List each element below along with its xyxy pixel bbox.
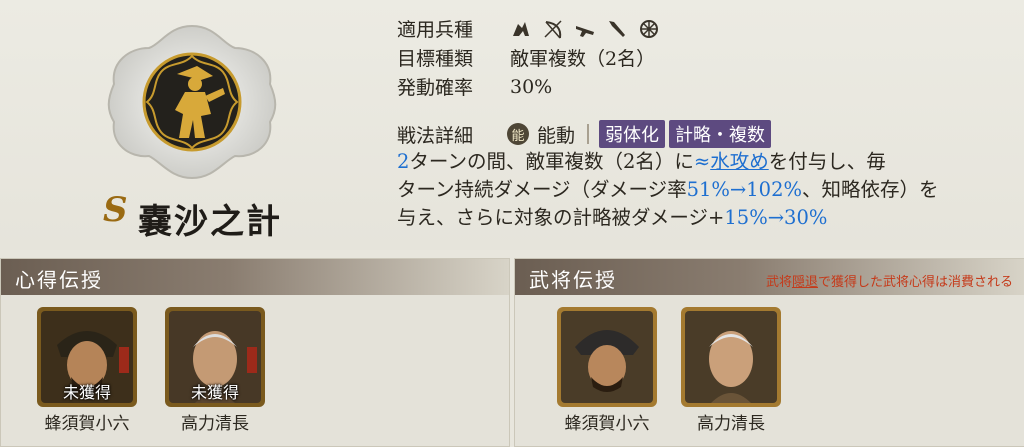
tag-strategy-multi: 計略・複数 — [669, 120, 772, 148]
skill-info: 適用兵種 目標種類 敵軍複数（2名） 発動確率 30% — [397, 14, 660, 101]
knowledge-transfer-panel: 心得伝授 未獲得 蜂須賀小六 未獲得 高力清長 — [0, 258, 510, 447]
panel-title: 心得伝授 — [15, 268, 103, 292]
damage-rate-range: 51%→102% — [686, 178, 803, 201]
desc-text-2: を付与し、毎 — [768, 150, 886, 173]
target-value: 敵軍複数（2名） — [510, 48, 656, 70]
rate-value: 30% — [510, 75, 553, 98]
unit-type-row: 適用兵種 — [397, 14, 660, 43]
skill-description: 2ターンの間、敵軍複数（2名）に≈水攻めを付与し、毎 ターン持続ダメージ（ダメー… — [397, 148, 1017, 232]
rate-row: 発動確率 30% — [397, 72, 660, 101]
cavalry-icon — [513, 21, 529, 36]
separator — [587, 124, 590, 144]
cart-wheel-icon — [640, 19, 658, 38]
skill-emblem-icon — [107, 24, 277, 180]
desc-text-3: ターン持続ダメージ（ダメージ率 — [397, 178, 687, 201]
panel-header: 武将伝授 武将隠退で獲得した武将心得は消費される — [515, 259, 1024, 295]
officer-name: 蜂須賀小六 — [44, 414, 130, 434]
panel-header: 心得伝授 — [1, 259, 509, 295]
unit-type-label: 適用兵種 — [397, 19, 474, 41]
active-type-label: 能動 — [537, 124, 576, 147]
desc-text-5: 与え、さらに対象の計略被ダメージ+ — [397, 206, 725, 229]
water-attack-icon: ≈ — [693, 150, 711, 173]
officer-name: 高力清長 — [181, 414, 249, 434]
note-text: 武将 — [765, 275, 792, 290]
unobtained-badge: 未獲得 — [62, 383, 111, 402]
desc-text-4: 、知略依存）を — [802, 178, 939, 201]
turn-count: 2 — [397, 150, 410, 173]
detail-row: 戦法詳細 能 能動 弱体化 計略・複数 — [397, 120, 775, 148]
officer-portrait-icon — [557, 307, 657, 407]
officer-card[interactable]: 未獲得 — [165, 307, 265, 407]
target-row: 目標種類 敵軍複数（2名） — [397, 43, 660, 72]
officer-card[interactable] — [557, 307, 657, 407]
note-text: で獲得した武将心得は消費される — [817, 275, 1013, 290]
panel-title: 武将伝授 — [529, 268, 617, 292]
officer-card[interactable] — [681, 307, 781, 407]
unit-type-icons — [510, 18, 660, 40]
unobtained-badge: 未獲得 — [190, 383, 239, 402]
rate-label: 発動確率 — [397, 77, 474, 99]
bow-icon — [544, 19, 562, 38]
officer-card[interactable]: 未獲得 — [37, 307, 137, 407]
target-label: 目標種類 — [397, 48, 474, 70]
bonus-range: 15%→30% — [724, 206, 828, 229]
detail-label: 戦法詳細 — [397, 124, 474, 147]
officer-name: 蜂須賀小六 — [564, 414, 650, 434]
spear-icon — [609, 20, 625, 37]
retire-note: 武将隠退で獲得した武将心得は消費される — [766, 271, 1013, 290]
officer-portrait-icon — [681, 307, 781, 407]
skill-rank: S — [103, 190, 128, 230]
active-type-icon: 能 — [507, 123, 529, 145]
status-link[interactable]: 水攻め — [710, 150, 769, 173]
officer-transfer-panel: 武将伝授 武将隠退で獲得した武将心得は消費される 蜂須賀小六 高力清長 — [514, 258, 1024, 447]
officer-name: 高力清長 — [697, 414, 765, 434]
desc-text-1: ターンの間、敵軍複数（2名）に — [409, 150, 694, 173]
tag-debuff: 弱体化 — [599, 120, 666, 148]
gun-icon — [576, 25, 594, 37]
retire-link[interactable]: 隠退 — [792, 275, 818, 290]
skill-name: 嚢沙之計 — [138, 202, 282, 242]
